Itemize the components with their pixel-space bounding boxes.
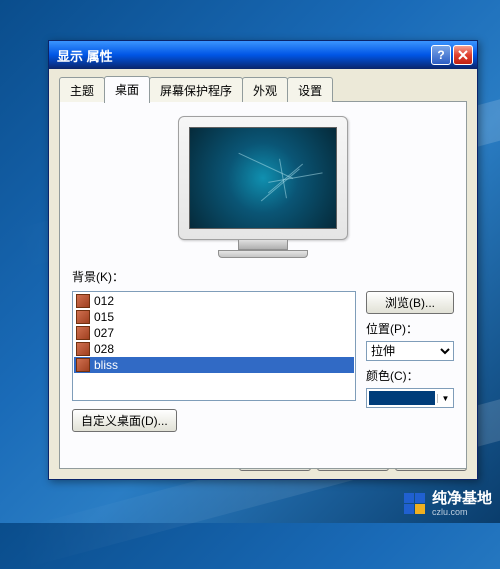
tab-desktop[interactable]: 桌面 [104,76,150,103]
color-preview [369,391,435,405]
background-listbox[interactable]: 012 015 027 028 [72,291,356,401]
titlebar[interactable]: 显示 属性 ? [49,41,477,69]
image-file-icon [76,294,90,308]
close-button[interactable] [453,45,473,65]
customize-desktop-button[interactable]: 自定义桌面(D)... [72,409,177,432]
list-item[interactable]: 028 [74,341,354,357]
image-file-icon [76,326,90,340]
list-item[interactable]: 027 [74,325,354,341]
list-item-label: 027 [94,326,114,340]
watermark: 纯净基地 czlu.com [404,491,492,518]
list-item-label: 015 [94,310,114,324]
position-label: 位置(P)： [366,320,454,337]
list-item[interactable]: bliss [74,357,354,373]
window-title: 显示 属性 [57,46,431,65]
tab-appearance[interactable]: 外观 [242,77,288,102]
help-button[interactable]: ? [431,45,451,65]
display-properties-window: 显示 属性 ? 主题 桌面 屏幕保护程序 外观 设置 [48,40,478,480]
list-item-label: 012 [94,294,114,308]
position-select[interactable]: 拉伸 [366,341,454,361]
monitor-preview [173,116,353,258]
image-file-icon [76,342,90,356]
list-item[interactable]: 012 [74,293,354,309]
watermark-logo-icon [404,493,426,515]
color-label: 颜色(C)： [366,367,454,384]
watermark-url: czlu.com [432,507,492,517]
list-item-label: bliss [94,358,118,372]
browse-button[interactable]: 浏览(B)... [366,291,454,314]
tab-settings[interactable]: 设置 [287,77,333,102]
chevron-down-icon: ▼ [437,394,453,403]
list-item-label: 028 [94,342,114,356]
tab-strip: 主题 桌面 屏幕保护程序 外观 设置 [59,77,467,102]
watermark-name: 纯净基地 [432,491,492,508]
color-picker[interactable]: ▼ [366,388,454,408]
tab-screensaver[interactable]: 屏幕保护程序 [149,77,243,102]
list-item[interactable]: 015 [74,309,354,325]
background-label: 背景(K)： [72,268,454,285]
image-file-icon [76,310,90,324]
image-file-icon [76,358,90,372]
tab-themes[interactable]: 主题 [59,77,105,102]
desktop-tab-content: 背景(K)： 012 015 027 [59,101,467,469]
